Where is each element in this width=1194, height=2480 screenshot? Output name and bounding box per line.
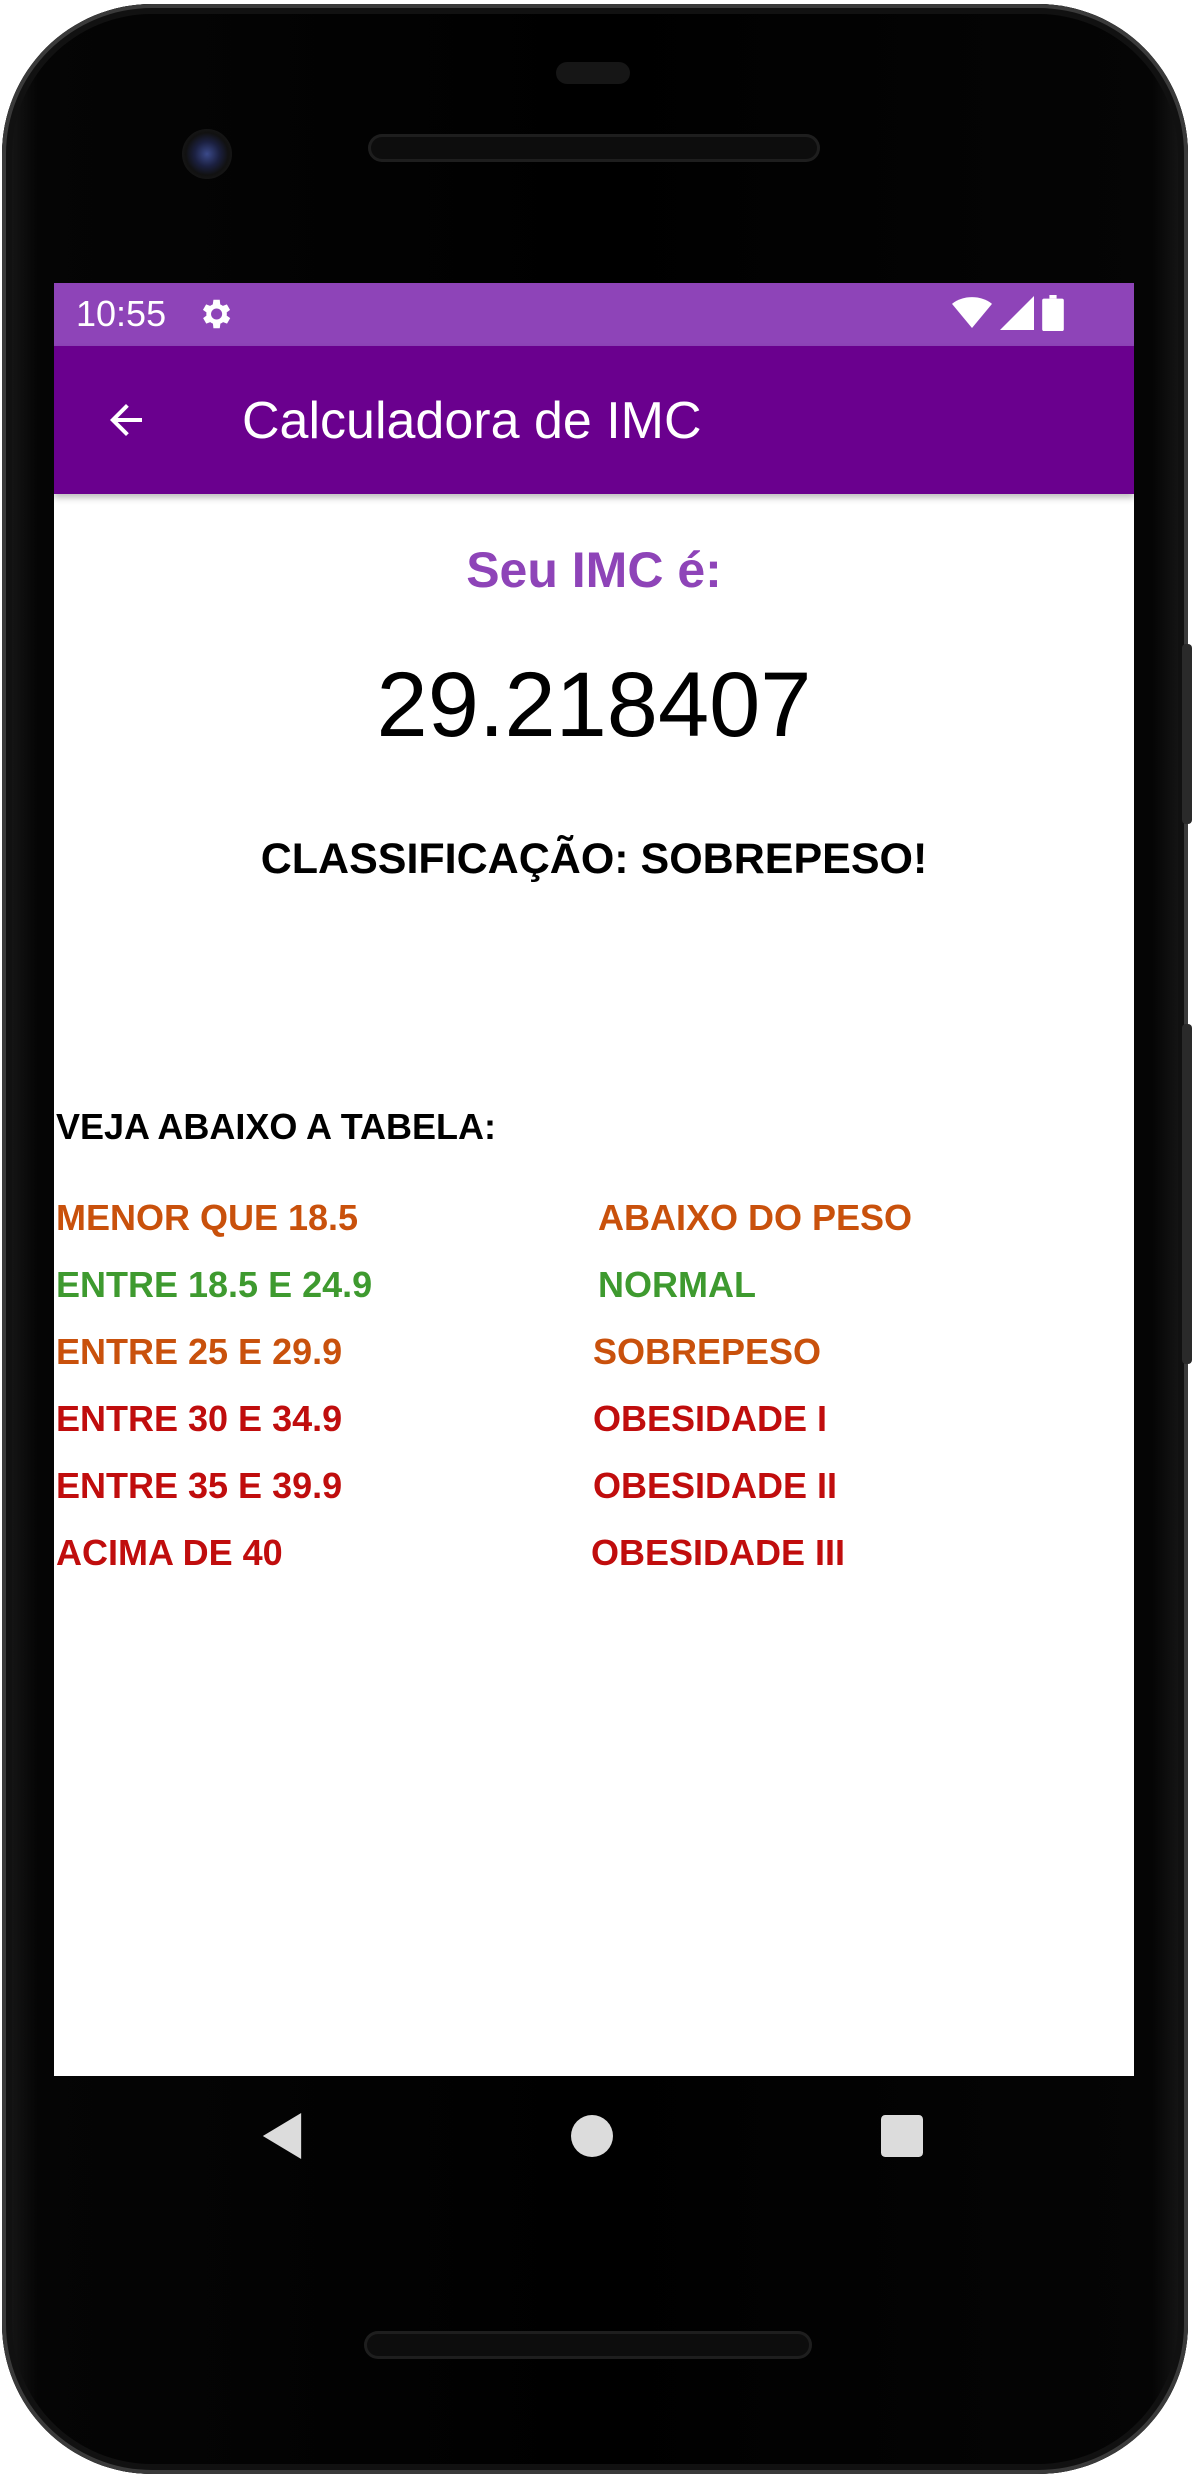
navigation-bar: [2, 2076, 1188, 2196]
category-text: OBESIDADE I: [593, 1398, 828, 1439]
range-text: ENTRE 35 E 39.9: [56, 1465, 343, 1506]
category-text: SOBREPESO: [593, 1331, 822, 1372]
gear-icon: [196, 295, 234, 333]
table-row: ENTRE 35 E 39.9 OBESIDADE II: [54, 1465, 1134, 1521]
category-text: OBESIDADE II: [593, 1465, 838, 1506]
back-triangle-icon[interactable]: [242, 2096, 322, 2176]
status-bar: 10:55: [54, 283, 1134, 346]
top-speaker-grille: [368, 134, 820, 162]
signal-icon: [1000, 295, 1034, 335]
app-screen: 10:55 Calculadora de IMC Seu IMC é: 29.2…: [54, 283, 1134, 2076]
home-circle-icon[interactable]: [552, 2096, 632, 2176]
app-title: Calculadora de IMC: [242, 392, 702, 450]
table-row: ENTRE 18.5 E 24.9 NORMAL: [54, 1264, 1134, 1320]
range-text: ACIMA DE 40: [56, 1532, 283, 1573]
phone-frame: 10:55 Calculadora de IMC Seu IMC é: 29.2…: [2, 4, 1192, 2474]
wifi-icon: [952, 296, 992, 335]
range-text: MENOR QUE 18.5: [56, 1197, 359, 1238]
table-title: VEJA ABAIXO A TABELA:: [56, 1106, 497, 1147]
table-row: ENTRE 30 E 34.9 OBESIDADE I: [54, 1398, 1134, 1454]
table-row: ENTRE 25 E 29.9 SOBREPESO: [54, 1331, 1134, 1387]
category-text: NORMAL: [598, 1264, 756, 1305]
arrow-back-icon[interactable]: [94, 388, 158, 452]
category-text: ABAIXO DO PESO: [598, 1197, 913, 1238]
power-button: [1182, 1024, 1192, 1364]
front-camera: [182, 129, 232, 179]
bottom-speaker-grille: [364, 2331, 812, 2359]
classification-text: CLASSIFICAÇÃO: SOBREPESO!: [260, 835, 928, 883]
app-bar: Calculadora de IMC: [54, 346, 1134, 494]
category-text: OBESIDADE III: [591, 1532, 846, 1573]
range-text: ENTRE 30 E 34.9: [56, 1398, 343, 1439]
volume-button: [1182, 644, 1192, 824]
imc-value: 29.218407: [376, 654, 812, 756]
range-text: ENTRE 25 E 29.9: [56, 1331, 343, 1372]
table-row: ACIMA DE 40 OBESIDADE III: [54, 1532, 1134, 1588]
imc-label: Seu IMC é:: [466, 542, 722, 598]
status-icons: [952, 294, 1064, 336]
recents-square-icon[interactable]: [862, 2096, 942, 2176]
table-row: MENOR QUE 18.5 ABAIXO DO PESO: [54, 1197, 1134, 1253]
status-time: 10:55: [76, 293, 167, 334]
range-text: ENTRE 18.5 E 24.9: [56, 1264, 373, 1305]
earpiece: [556, 62, 630, 84]
battery-icon: [1042, 294, 1064, 336]
